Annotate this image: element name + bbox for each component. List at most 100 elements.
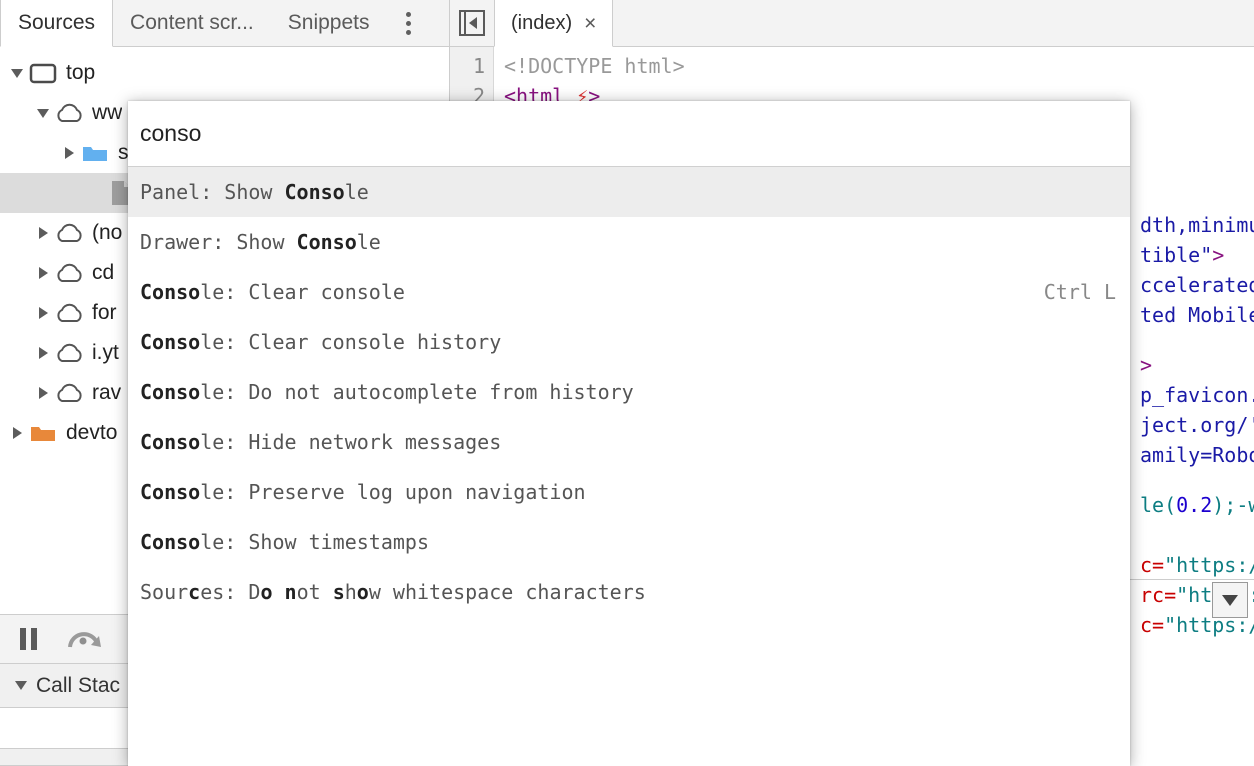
tree-item-label: s — [118, 141, 129, 164]
match-highlight: Conso — [296, 230, 357, 254]
more-vertical-icon[interactable] — [391, 0, 427, 46]
chevron-down-icon[interactable] — [6, 68, 28, 78]
frame-icon — [28, 62, 58, 84]
match-highlight: Conso — [140, 430, 201, 454]
folder-blue-icon — [80, 142, 110, 164]
command-palette-item-label: Console: Do not autocomplete from histor… — [140, 380, 634, 404]
label-text: h — [344, 580, 357, 604]
match-highlight: s — [332, 580, 345, 604]
command-palette-input[interactable] — [140, 120, 1091, 147]
match-highlight: Conso — [284, 180, 345, 204]
tree-item-label: i.yt — [92, 341, 119, 364]
code-token: dth,minimu — [1140, 213, 1254, 237]
chevron-down-icon[interactable] — [32, 108, 54, 118]
tab-sources-label: Sources — [18, 11, 96, 34]
step-over-icon — [68, 632, 101, 648]
chevron-right-icon[interactable] — [6, 427, 28, 439]
pause-icon — [19, 628, 37, 650]
label-text: es: D — [200, 580, 261, 604]
code-token: <!DOCTYPE html> — [504, 54, 685, 78]
code-line: p_favicon. — [1140, 380, 1254, 410]
dot — [406, 29, 412, 35]
match-highlight: o — [260, 580, 273, 604]
code-token: c= — [1140, 613, 1165, 637]
dot — [406, 20, 412, 26]
match-highlight: n — [284, 580, 297, 604]
command-palette-item-label: Drawer: Show Console — [140, 230, 381, 254]
command-palette-item[interactable]: Panel: Show Console — [128, 167, 1130, 217]
sources-tabbar: Sources Content scr... Snippets — [0, 0, 449, 47]
devtools-window: Sources Content scr... Snippets topwws((… — [0, 0, 1254, 766]
code-token: "https:/ — [1164, 553, 1254, 577]
label-text: le: Preserve log upon navigation — [200, 480, 586, 504]
code-token: tible" — [1140, 243, 1213, 267]
pause-bar — [19, 628, 26, 650]
code-line: amily=Robo — [1140, 440, 1254, 470]
label-text: le: Do not autocomplete from history — [200, 380, 634, 404]
command-palette-item[interactable]: Console: Do not autocomplete from histor… — [128, 367, 1130, 417]
label-text: le: Show timestamps — [200, 530, 429, 554]
command-palette-item[interactable]: Console: Clear console history — [128, 317, 1130, 367]
tree-item-label: for — [92, 301, 117, 324]
pause-bar — [30, 628, 37, 650]
command-palette-item[interactable]: Console: Show timestamps — [128, 517, 1130, 567]
tab-content-scripts-label: Content scr... — [130, 11, 254, 34]
tree-item-label: (no — [92, 221, 123, 244]
call-stack-label: Call Stac — [36, 673, 121, 697]
label-text: Panel: Show — [140, 180, 285, 204]
code-token: 0.2 — [1176, 493, 1213, 517]
editor-tab-label: (index) — [511, 11, 573, 34]
command-palette-item[interactable]: Console: Preserve log upon navigation — [128, 467, 1130, 517]
editor-tab-index[interactable]: (index) × — [494, 0, 614, 47]
chevron-right-icon[interactable] — [32, 307, 54, 319]
label-text: w whitespace characters — [368, 580, 646, 604]
match-highlight: o — [356, 580, 369, 604]
match-highlight: Conso — [140, 480, 201, 504]
show-navigator-icon[interactable] — [450, 0, 494, 46]
panel-toggle-bar — [461, 12, 466, 34]
chevron-right-icon[interactable] — [32, 227, 54, 239]
code-token: );-w — [1212, 493, 1254, 517]
label-text: le — [356, 230, 381, 254]
command-palette-item-label: Console: Preserve log upon navigation — [140, 480, 586, 504]
command-palette-item-label: Console: Clear console history — [140, 330, 501, 354]
chevron-right-icon[interactable] — [32, 267, 54, 279]
code-token: > — [1212, 243, 1225, 267]
cloud-icon — [54, 222, 84, 244]
code-token: ccelerated — [1140, 273, 1254, 297]
step-over-button[interactable] — [56, 614, 112, 664]
command-palette-item-label: Panel: Show Console — [140, 180, 369, 204]
code-line: ccelerated — [1140, 270, 1254, 300]
command-palette-dialog: Panel: Show ConsoleDrawer: Show ConsoleC… — [128, 101, 1130, 766]
chevron-right-icon[interactable] — [32, 347, 54, 359]
tab-sources[interactable]: Sources — [0, 0, 114, 47]
chevron-right-icon[interactable] — [32, 387, 54, 399]
pause-button[interactable] — [0, 614, 56, 664]
code-token: ject.org/' — [1140, 413, 1254, 437]
tab-snippets[interactable]: Snippets — [271, 0, 387, 46]
tree-item-top[interactable]: top — [0, 53, 449, 93]
label-text: ot — [296, 580, 333, 604]
command-palette-item[interactable]: Console: Hide network messages — [128, 417, 1130, 467]
close-icon[interactable]: × — [584, 13, 596, 34]
cloud-icon — [54, 262, 84, 284]
cloud-icon — [54, 102, 84, 124]
label-text: le: Hide network messages — [200, 430, 502, 454]
code-token: ted Mobile — [1140, 303, 1254, 327]
tab-content-scripts[interactable]: Content scr... — [113, 0, 271, 46]
chevron-down-icon — [10, 681, 32, 690]
command-palette-item-label: Console: Hide network messages — [140, 430, 501, 454]
code-line: le(0.2);-w — [1140, 490, 1254, 520]
match-highlight: Conso — [140, 330, 201, 354]
command-palette-item[interactable]: Drawer: Show Console — [128, 217, 1130, 267]
command-palette-item[interactable]: Console: Clear console Ctrl L — [128, 267, 1130, 317]
label-text: Sour — [140, 580, 189, 604]
tab-snippets-label: Snippets — [287, 11, 370, 34]
command-palette-item-label: Console: Show timestamps — [140, 530, 429, 554]
line-number: 1 — [472, 54, 485, 78]
command-palette-item[interactable]: Sources: Do not show whitespace characte… — [128, 567, 1130, 617]
chevron-right-icon[interactable] — [58, 147, 80, 159]
code-line: <!DOCTYPE html> — [504, 51, 1254, 81]
chevron-down-icon[interactable] — [1212, 582, 1248, 618]
match-highlight: Conso — [140, 280, 201, 304]
